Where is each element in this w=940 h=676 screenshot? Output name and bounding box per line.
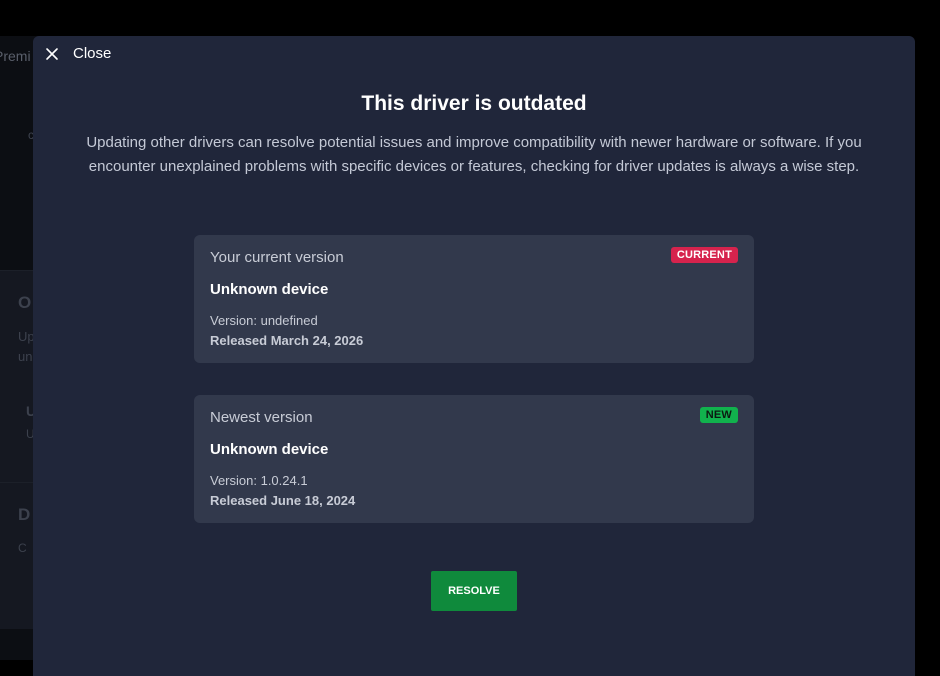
background-title: Premi	[0, 48, 31, 64]
driver-outdated-modal: Close This driver is outdated Updating o…	[33, 36, 915, 676]
version-text: Version: undefined	[210, 313, 318, 328]
close-label: Close	[73, 45, 112, 62]
modal-description: Updating other drivers can resolve poten…	[86, 134, 862, 175]
release-date: Released June 18, 2024	[210, 493, 356, 508]
card-heading: Newest version	[210, 409, 313, 426]
device-name: Unknown device	[210, 441, 329, 458]
background-card-text: un	[18, 349, 33, 364]
device-name: Unknown device	[210, 281, 329, 298]
release-date: Released March 24, 2026	[210, 333, 364, 348]
background-card-heading: O	[18, 293, 32, 312]
current-badge: CURRENT	[670, 247, 738, 263]
close-button[interactable]: Close	[45, 45, 111, 62]
new-badge: NEW	[699, 407, 738, 423]
newest-version-card: Newest version NEW Unknown device Versio…	[194, 395, 754, 523]
background-card-heading: D	[18, 505, 31, 524]
background-card-text: C	[18, 541, 27, 555]
version-text: Version: 1.0.24.1	[210, 473, 308, 488]
card-heading: Your current version	[210, 249, 344, 266]
close-icon	[46, 47, 58, 60]
modal-title: This driver is outdated	[361, 92, 587, 115]
resolve-button[interactable]: RESOLVE	[431, 571, 517, 611]
current-version-card: Your current version CURRENT Unknown dev…	[194, 235, 754, 363]
